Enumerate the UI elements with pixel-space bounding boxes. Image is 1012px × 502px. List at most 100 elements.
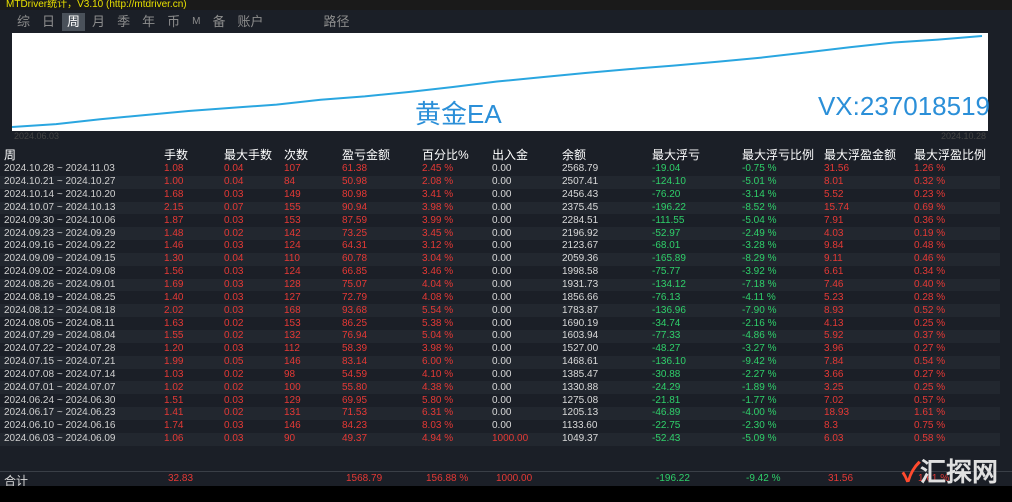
cell-percent: 4.38 % xyxy=(418,381,488,395)
cell-balance: 1275.08 xyxy=(562,394,599,406)
cell-max-float-profit: 5.92 xyxy=(820,329,910,343)
tab-daily[interactable]: 日 xyxy=(37,13,60,31)
cell-profit: 90.94 xyxy=(338,201,418,215)
cell-max-float-loss: -165.89 xyxy=(648,252,738,266)
table-row: 2024.09.09 ~ 2024.09.15 1.30 0.04 110 60.78 3… xyxy=(0,252,1000,266)
tab-account[interactable]: 账户 xyxy=(232,13,268,31)
cell-deposit: 0.00 xyxy=(488,329,558,343)
cell-period: 2024.07.29 ~ 2024.08.04 xyxy=(0,329,160,343)
cell-max-float-loss-pct: -1.77 % xyxy=(742,394,777,406)
table-row: 2024.08.19 ~ 2024.08.25 1.40 0.03 127 72.79 4… xyxy=(0,291,1000,304)
cell-balance: 1385.47 xyxy=(562,368,599,380)
table-row: 2024.08.26 ~ 2024.09.01 1.69 0.03 128 75.07 4… xyxy=(0,278,1000,292)
tab-quarterly[interactable]: 季 xyxy=(112,13,135,31)
cell-lots: 2.15 xyxy=(160,201,220,215)
cell-max-float-profit: 9.11 xyxy=(820,252,910,266)
cell-max-float-loss: -52.97 xyxy=(648,227,738,241)
cell-balance: 2568.79 xyxy=(562,163,599,175)
table-row: 2024.07.22 ~ 2024.07.28 1.20 0.03 112 58.39 3… xyxy=(0,343,1000,356)
cell-count: 142 xyxy=(280,227,338,241)
cell-max-float-profit: 9.84 xyxy=(824,240,844,252)
tab-yearly[interactable]: 年 xyxy=(137,13,160,31)
cell-deposit: 0.00 xyxy=(492,291,512,303)
table-row: 2024.07.29 ~ 2024.08.04 1.55 0.02 132 76.94 5… xyxy=(0,329,1000,343)
table-row: 2024.10.14 ~ 2024.10.20 1.68 0.03 149 80.98 3… xyxy=(0,189,1000,202)
cell-max-lots: 0.04 xyxy=(224,163,244,175)
cell-deposit: 0.00 xyxy=(488,252,558,266)
tab-monthly[interactable]: 月 xyxy=(87,13,110,31)
cell-percent: 5.80 % xyxy=(422,394,454,406)
total-lots: 32.83 xyxy=(168,473,194,484)
cell-lots: 1.48 xyxy=(160,227,220,241)
cell-deposit: 0.00 xyxy=(488,278,558,292)
cell-deposit: 0.00 xyxy=(488,227,558,241)
column-header: 百分比% xyxy=(422,147,469,162)
cell-deposit: 1000.00 xyxy=(488,432,558,446)
cell-profit: 66.85 xyxy=(342,266,368,278)
cell-lots: 1.41 xyxy=(160,407,220,420)
cell-count: 90 xyxy=(280,432,338,446)
cell-max-float-profit: 7.46 xyxy=(820,278,910,292)
cell-percent: 8.03 % xyxy=(422,420,454,432)
cell-max-float-profit-pct: 1.26 % xyxy=(914,163,946,175)
table-header-row: 周 手数 最大手数 次数 盈亏金额 百分比% 出入金 余额 最大浮亏 最大浮亏比例 最大浮盈金额 最大… xyxy=(0,145,1000,163)
table-row: 2024.06.24 ~ 2024.06.30 1.51 0.03 129 69.95 5… xyxy=(0,394,1000,407)
cell-max-float-loss-pct: -4.00 % xyxy=(738,407,820,420)
cell-period: 2024.08.05 ~ 2024.08.11 xyxy=(4,317,115,329)
cell-lots: 1.30 xyxy=(160,252,220,266)
cell-deposit: 0.00 xyxy=(492,343,512,355)
cell-max-lots: 0.02 xyxy=(220,227,280,241)
cell-max-float-profit-pct: 0.37 % xyxy=(910,329,1000,343)
table-row: 2024.10.07 ~ 2024.10.13 2.15 0.07 155 90.94 3… xyxy=(0,201,1000,215)
cell-count: 107 xyxy=(284,163,301,175)
cell-max-lots: 0.03 xyxy=(220,432,280,446)
cell-max-float-loss-pct: -1.89 % xyxy=(738,381,820,395)
tab-summary[interactable]: 综 xyxy=(12,13,35,31)
cell-max-float-profit: 3.96 xyxy=(824,343,844,355)
cell-deposit: 0.00 xyxy=(492,394,512,406)
cell-max-lots: 0.03 xyxy=(224,189,244,201)
cell-count: 129 xyxy=(284,394,301,406)
cell-balance: 1468.61 xyxy=(558,355,648,369)
cell-max-float-loss: -111.55 xyxy=(652,214,685,226)
tab-path[interactable]: 路径 xyxy=(318,13,354,31)
cell-max-float-profit: 6.61 xyxy=(824,266,844,278)
cell-max-float-loss-pct: -7.90 % xyxy=(738,304,820,318)
cell-max-lots: 0.05 xyxy=(220,355,280,369)
tab-note[interactable]: 备 xyxy=(207,13,230,31)
cell-max-float-profit: 8.93 xyxy=(820,304,910,318)
cell-max-float-loss-pct: -8.29 % xyxy=(738,252,820,266)
cell-count: 168 xyxy=(280,304,338,318)
cell-count: 110 xyxy=(280,252,338,266)
cell-period: 2024.10.28 ~ 2024.11.03 xyxy=(4,163,115,175)
cell-deposit: 0.00 xyxy=(488,175,558,189)
cell-max-lots: 0.02 xyxy=(220,329,280,343)
tab-weekly[interactable]: 周 xyxy=(62,13,86,31)
cell-lots: 1.69 xyxy=(160,278,220,292)
cell-max-float-profit: 5.23 xyxy=(824,291,844,303)
cell-balance: 1998.58 xyxy=(562,266,599,278)
column-header: 最大浮盈比例 xyxy=(914,147,987,162)
cell-max-float-loss: -21.81 xyxy=(652,394,681,406)
cell-max-float-loss: -48.27 xyxy=(652,343,681,355)
cell-balance: 2196.92 xyxy=(558,227,648,241)
cell-profit: 75.07 xyxy=(338,278,418,292)
cell-max-lots: 0.02 xyxy=(220,407,280,420)
cell-count: 128 xyxy=(280,278,338,292)
tab-currency[interactable]: 币 xyxy=(162,13,185,31)
cell-profit: 54.59 xyxy=(342,368,368,380)
column-header: 最大手数 xyxy=(224,147,273,162)
cell-deposit: 0.00 xyxy=(488,355,558,369)
table-row: 2024.10.28 ~ 2024.11.03 1.08 0.04 107 61.38 2… xyxy=(0,163,1000,176)
cell-profit: 93.68 xyxy=(338,304,418,318)
cell-max-float-profit-pct: 0.58 % xyxy=(910,432,1000,446)
table-row: 2024.08.12 ~ 2024.08.18 2.02 0.03 168 93.68 5… xyxy=(0,304,1000,318)
table-row: 2024.07.08 ~ 2024.07.14 1.03 0.02 98 54.59 4.… xyxy=(0,369,1000,382)
cell-max-float-loss-pct: -8.52 % xyxy=(738,201,820,215)
tab-m[interactable]: M xyxy=(187,13,205,31)
column-header: 最大浮盈金额 xyxy=(824,147,897,162)
cell-max-float-loss-pct: -5.04 % xyxy=(742,214,777,226)
cell-period: 2024.09.30 ~ 2024.10.06 xyxy=(4,214,116,226)
cell-balance: 1330.88 xyxy=(558,381,648,395)
cell-max-float-loss: -76.20 xyxy=(652,189,681,201)
